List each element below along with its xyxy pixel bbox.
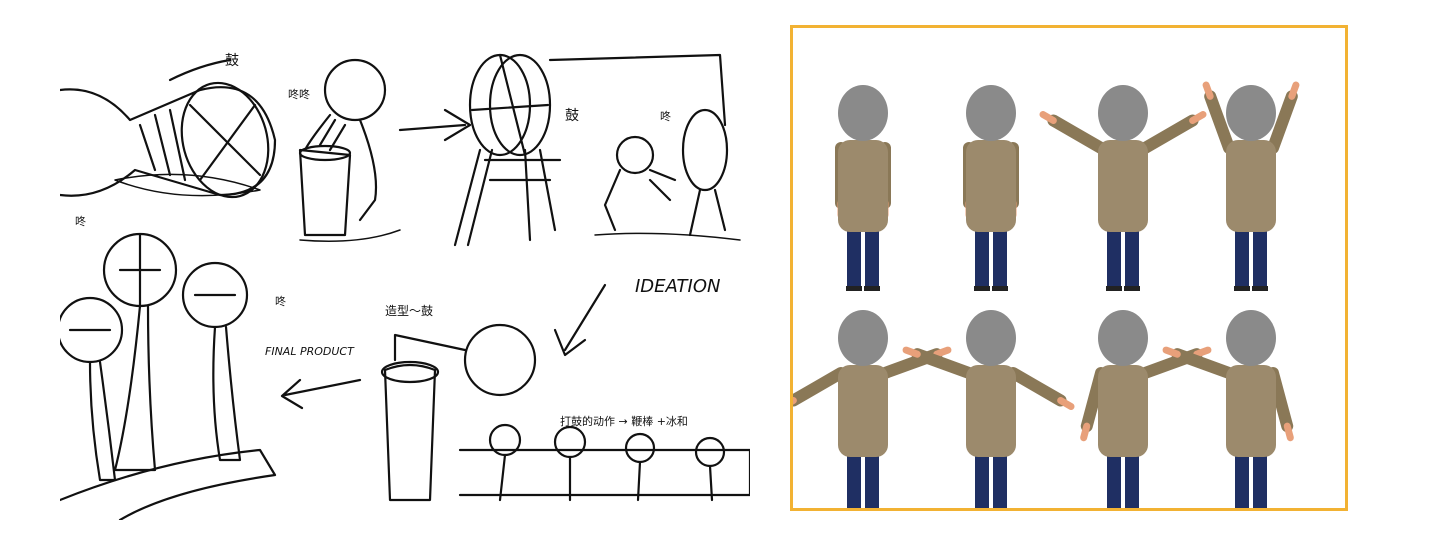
label-drum-top: 鼓 bbox=[225, 53, 239, 69]
torso bbox=[966, 140, 1016, 232]
head bbox=[1226, 310, 1276, 366]
hand bbox=[933, 346, 952, 358]
torso bbox=[1098, 365, 1148, 457]
character-figure bbox=[1039, 85, 1207, 291]
shoe bbox=[846, 286, 862, 291]
head bbox=[1098, 85, 1148, 141]
label-sound-4: 咚 bbox=[275, 294, 286, 308]
hand bbox=[1193, 346, 1212, 358]
head bbox=[838, 85, 888, 141]
leg bbox=[865, 453, 879, 508]
leg bbox=[847, 453, 861, 508]
drum-sideways-sketch bbox=[60, 58, 277, 199]
head bbox=[1226, 85, 1276, 141]
torso bbox=[1226, 365, 1276, 457]
character-figure bbox=[963, 85, 1019, 291]
leg bbox=[1253, 453, 1267, 508]
shoe bbox=[974, 286, 990, 291]
hand bbox=[1283, 422, 1294, 442]
label-drum-right: 鼓 bbox=[565, 108, 579, 124]
torso bbox=[1098, 140, 1148, 232]
character-figure bbox=[902, 310, 1075, 508]
leg bbox=[1107, 228, 1121, 288]
hand bbox=[1202, 81, 1214, 100]
torso bbox=[966, 365, 1016, 457]
sketch-drawing: 鼓 咚咚 鼓 咚 咚 咚 IDEATION FINAL PRODUCT 造型～鼓… bbox=[60, 53, 750, 520]
ideation-sketch: 鼓 咚咚 鼓 咚 咚 咚 IDEATION FINAL PRODUCT 造型～鼓… bbox=[60, 30, 750, 520]
character-poses-panel bbox=[790, 25, 1348, 511]
hand bbox=[1162, 346, 1181, 358]
hand bbox=[1080, 422, 1091, 442]
leg bbox=[1235, 453, 1249, 508]
shoe bbox=[1124, 286, 1140, 291]
label-sound-2: 咚 bbox=[660, 109, 671, 123]
leg bbox=[993, 453, 1007, 508]
mushroom-drums-sketch bbox=[60, 232, 277, 520]
character-poses bbox=[793, 81, 1300, 508]
arm bbox=[793, 367, 847, 407]
label-shape-drum: 造型～鼓 bbox=[385, 304, 433, 318]
torso bbox=[1226, 140, 1276, 232]
drum-shape-sketch bbox=[380, 323, 537, 502]
arm bbox=[1139, 114, 1199, 154]
leg bbox=[847, 228, 861, 288]
character-figure bbox=[835, 85, 891, 291]
label-sound-3: 咚 bbox=[75, 214, 86, 228]
head bbox=[966, 85, 1016, 141]
leg bbox=[865, 228, 879, 288]
torso bbox=[838, 140, 888, 232]
shoe bbox=[1234, 286, 1250, 291]
leg bbox=[993, 228, 1007, 288]
shoe bbox=[864, 286, 880, 291]
leg bbox=[975, 453, 989, 508]
torso bbox=[838, 365, 888, 457]
head bbox=[966, 310, 1016, 366]
hand bbox=[1288, 81, 1300, 100]
shoe bbox=[1252, 286, 1268, 291]
children-sketch bbox=[458, 423, 750, 502]
character-figure bbox=[793, 310, 952, 508]
shoe bbox=[1106, 286, 1122, 291]
head bbox=[1098, 310, 1148, 366]
hand bbox=[902, 346, 921, 358]
arm bbox=[1267, 90, 1298, 154]
character-figure bbox=[1162, 310, 1294, 508]
leg bbox=[975, 228, 989, 288]
shoe bbox=[992, 286, 1008, 291]
label-ideation: IDEATION bbox=[635, 276, 720, 297]
drum-on-stand-sketch bbox=[453, 53, 727, 247]
leg bbox=[1125, 228, 1139, 288]
child-drumming-sketch bbox=[594, 108, 741, 241]
label-final-product: FINAL PRODUCT bbox=[265, 345, 355, 358]
arrow-sketch-2 bbox=[553, 283, 607, 357]
character-figure bbox=[1080, 310, 1212, 508]
arm bbox=[1047, 114, 1107, 154]
arrow-sketch-3 bbox=[280, 378, 362, 410]
leg bbox=[1107, 453, 1121, 508]
person-drumming-sketch bbox=[298, 58, 401, 242]
arm bbox=[1204, 90, 1235, 154]
label-sound-1: 咚咚 bbox=[288, 87, 310, 101]
head bbox=[838, 310, 888, 366]
leg bbox=[1235, 228, 1249, 288]
character-figure bbox=[1202, 81, 1300, 291]
arm bbox=[1007, 367, 1067, 407]
leg bbox=[1125, 453, 1139, 508]
label-action-note: 打鼓的动作 → 鞭棒 +冰和 bbox=[560, 414, 688, 428]
arrow-sketch-1 bbox=[398, 108, 472, 142]
leg bbox=[1253, 228, 1267, 288]
